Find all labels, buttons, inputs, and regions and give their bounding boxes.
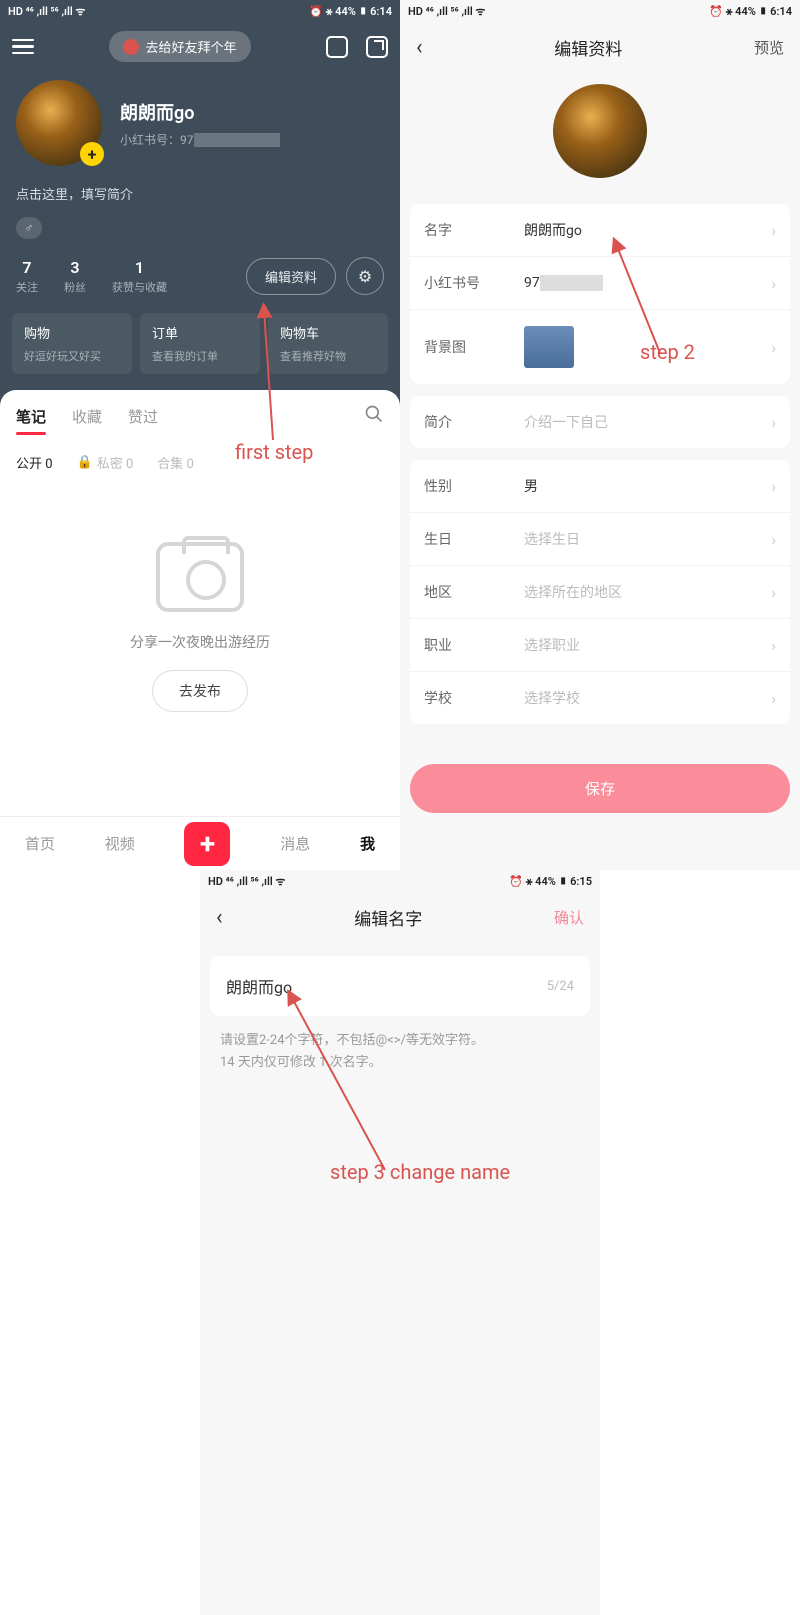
row-region[interactable]: 地区选择所在的地区› — [410, 566, 790, 619]
card-orders[interactable]: 订单查看我的订单 — [140, 313, 260, 374]
row-bg[interactable]: 背景图› — [410, 310, 790, 384]
chevron-right-icon: › — [771, 530, 776, 549]
chevron-right-icon: › — [771, 338, 776, 357]
nav-create[interactable]: + — [184, 822, 230, 866]
name-value: 朗朗而go — [226, 974, 547, 998]
bottom-nav: 首页 视频 + 消息 我 — [0, 816, 400, 870]
signal-icons: HD ⁴⁶ ,ıll ⁵⁶ ,ıll ᯤ — [208, 874, 285, 889]
row-job[interactable]: 职业选择职业› — [410, 619, 790, 672]
search-icon[interactable] — [364, 404, 384, 429]
empty-state: 分享一次夜晚出游经历 去发布 — [0, 482, 400, 732]
preview-button[interactable]: 预览 — [754, 37, 784, 58]
chevron-right-icon: › — [771, 636, 776, 655]
back-icon[interactable]: ‹ — [416, 35, 423, 60]
bio-placeholder[interactable]: 点击这里，填写简介 — [0, 176, 400, 211]
bg-thumb — [524, 326, 574, 368]
filter-set[interactable]: 合集 0 — [157, 453, 194, 472]
gender-badge: ♂ — [16, 217, 42, 239]
card-cart[interactable]: 购物车查看推荐好物 — [268, 313, 388, 374]
chevron-right-icon: › — [771, 477, 776, 496]
tab-collections[interactable]: 收藏 — [72, 406, 102, 427]
nav-me[interactable]: 我 — [360, 833, 375, 854]
nav-home[interactable]: 首页 — [25, 833, 55, 854]
sub-filter: 公开 0 🔒 私密 0 合集 0 — [0, 435, 400, 482]
nav-bar: ‹ 编辑资料 预览 — [400, 23, 800, 72]
status-bar: HD ⁴⁶ ,ıll ⁵⁶ ,ıll ᯤ ⏰ ⚹ 44% ▮ 6:14 — [400, 0, 800, 23]
chevron-right-icon: › — [771, 274, 776, 293]
publish-button[interactable]: 去发布 — [152, 670, 248, 712]
edit-name-screen: HD ⁴⁶ ,ıll ⁵⁶ ,ıll ᯤ ⏰ ⚹ 44% ▮ 6:15 ‹ 编辑… — [200, 870, 600, 1615]
card-shop[interactable]: 购物好逗好玩又好买 — [12, 313, 132, 374]
status-bar: HD ⁴⁶ ,ıll ⁵⁶ ,ıll ᯤ ⏰ ⚹ 44% ▮ 6:14 — [0, 0, 400, 23]
row-bio[interactable]: 简介介绍一下自己› — [410, 396, 790, 448]
row-gender[interactable]: 性别男› — [410, 460, 790, 513]
stat-fans[interactable]: 3粉丝 — [64, 258, 86, 295]
menu-icon[interactable] — [12, 39, 34, 55]
status-right: ⏰ ⚹ 44% ▮ 6:15 — [509, 875, 592, 889]
banner-dot-icon — [123, 39, 139, 55]
filter-private[interactable]: 🔒 私密 0 — [77, 453, 134, 472]
back-icon[interactable]: ‹ — [216, 905, 223, 930]
annotation-step3: step 3 change name — [330, 1160, 510, 1184]
nav-video[interactable]: 视频 — [105, 833, 135, 854]
avatar[interactable] — [553, 84, 647, 178]
tab-liked[interactable]: 赞过 — [128, 406, 158, 427]
stat-follow[interactable]: 7关注 — [16, 258, 38, 295]
avatar[interactable]: + — [16, 80, 102, 166]
chevron-right-icon: › — [771, 413, 776, 432]
profile-id: 小红书号：97________________ — [120, 131, 280, 148]
confirm-button[interactable]: 确认 — [554, 907, 584, 928]
status-right: ⏰ ⚹ 44% ▮ 6:14 — [709, 5, 792, 19]
chevron-right-icon: › — [771, 583, 776, 602]
top-bar: 去给好友拜个年 — [0, 23, 400, 70]
edit-profile-screen: HD ⁴⁶ ,ıll ⁵⁶ ,ıll ᯤ ⏰ ⚹ 44% ▮ 6:14 ‹ 编辑… — [400, 0, 800, 870]
nav-msg[interactable]: 消息 — [280, 833, 310, 854]
hint-text: 请设置2-24个字符，不包括@<>/等无效字符。 14 天内仅可修改 1 次名字… — [200, 1030, 600, 1074]
chevron-right-icon: › — [771, 689, 776, 708]
signal-icons: HD ⁴⁶ ,ıll ⁵⁶ ,ıll ᯤ — [8, 4, 85, 19]
edit-profile-button[interactable]: 编辑资料 — [246, 258, 336, 295]
row-name[interactable]: 名字朗朗而go› — [410, 204, 790, 257]
row-birthday[interactable]: 生日选择生日› — [410, 513, 790, 566]
save-button[interactable]: 保存 — [410, 764, 790, 813]
camera-icon — [156, 542, 244, 612]
chevron-right-icon: › — [771, 221, 776, 240]
share-icon[interactable] — [366, 36, 388, 58]
profile-screen: HD ⁴⁶ ,ıll ⁵⁶ ,ıll ᯤ ⏰ ⚹ 44% ▮ 6:14 去给好友… — [0, 0, 400, 870]
status-bar: HD ⁴⁶ ,ıll ⁵⁶ ,ıll ᯤ ⏰ ⚹ 44% ▮ 6:15 — [200, 870, 600, 893]
signal-icons: HD ⁴⁶ ,ıll ⁵⁶ ,ıll ᯤ — [408, 4, 485, 19]
new-year-banner[interactable]: 去给好友拜个年 — [109, 31, 250, 62]
filter-public[interactable]: 公开 0 — [16, 453, 53, 472]
char-count: 5/24 — [547, 979, 574, 994]
add-avatar-icon[interactable]: + — [80, 142, 104, 166]
stat-likes[interactable]: 1获赞与收藏 — [112, 258, 167, 295]
profile-header: + 朗朗而go 小红书号：97________________ — [0, 70, 400, 176]
banner-text: 去给好友拜个年 — [145, 37, 236, 56]
name-input[interactable]: 朗朗而go 5/24 — [210, 956, 590, 1016]
tab-notes[interactable]: 笔记 — [16, 406, 46, 427]
stats-row: 7关注 3粉丝 1获赞与收藏 编辑资料 ⚙ — [0, 245, 400, 313]
page-title: 编辑资料 — [554, 35, 622, 60]
profile-name: 朗朗而go — [120, 99, 280, 125]
scan-icon[interactable] — [326, 36, 348, 58]
status-right: ⏰ ⚹ 44% ▮ 6:14 — [309, 5, 392, 19]
nav-bar: ‹ 编辑名字 确认 — [200, 893, 600, 942]
gear-icon[interactable]: ⚙ — [346, 257, 384, 295]
empty-text: 分享一次夜晚出游经历 — [0, 632, 400, 652]
row-id[interactable]: 小红书号97__________› — [410, 257, 790, 310]
row-school[interactable]: 学校选择学校› — [410, 672, 790, 724]
content-tabs: 笔记 收藏 赞过 — [0, 390, 400, 435]
page-title: 编辑名字 — [354, 905, 422, 930]
